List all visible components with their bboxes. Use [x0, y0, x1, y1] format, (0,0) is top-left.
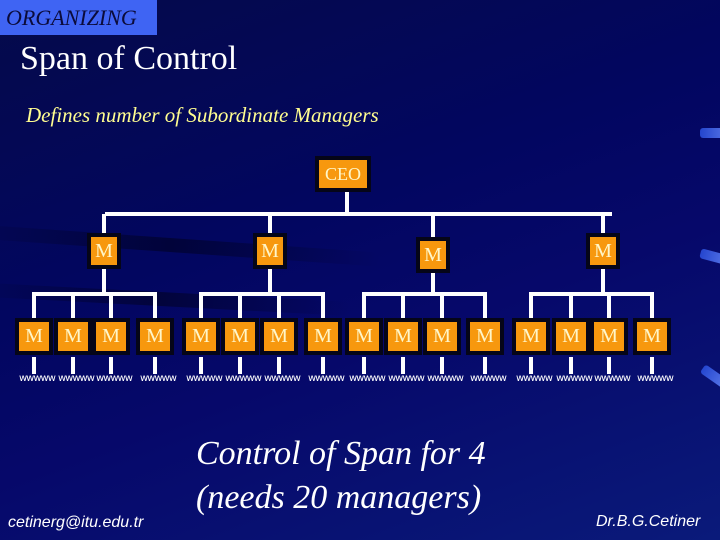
connector-line — [109, 357, 113, 374]
manager-box-level-3: M — [552, 318, 590, 355]
connector-line — [277, 294, 281, 320]
connector-line — [401, 294, 405, 320]
workers-icon: wwwww — [427, 373, 464, 384]
workers-icon: wwwww — [186, 373, 223, 384]
workers-icon: wwwww — [19, 373, 56, 384]
connector-line — [650, 294, 654, 320]
connector-line — [529, 292, 654, 296]
workers-icon: wwwww — [58, 373, 95, 384]
connector-line — [321, 357, 325, 374]
workers-icon: wwwww — [556, 373, 593, 384]
connector-line — [601, 214, 605, 233]
decorative-bar — [700, 128, 720, 138]
connector-line — [238, 357, 242, 374]
connector-line — [440, 294, 444, 320]
connector-line — [345, 192, 349, 214]
connector-line — [362, 357, 366, 374]
connector-line — [601, 269, 605, 292]
manager-box-level-3: M — [384, 318, 422, 355]
connector-line — [607, 357, 611, 374]
manager-box-level-3: M — [15, 318, 53, 355]
decorative-bar — [699, 248, 720, 266]
connector-line — [71, 294, 75, 320]
workers-icon: wwwww — [264, 373, 301, 384]
footer-email: cetinerg@itu.edu.tr — [8, 514, 144, 531]
manager-box-level-3: M — [345, 318, 383, 355]
slide-subtitle: Defines number of Subordinate Managers — [26, 103, 379, 127]
caption: Control of Span for 4 (needs 20 managers… — [196, 432, 486, 520]
ceo-box: CEO — [315, 156, 371, 192]
connector-line — [569, 357, 573, 374]
workers-icon: wwwww — [225, 373, 262, 384]
connector-line — [109, 294, 113, 320]
manager-box-level-3: M — [304, 318, 342, 355]
connector-line — [153, 357, 157, 374]
manager-box-level-3: M — [423, 318, 461, 355]
background-streak — [0, 223, 380, 267]
connector-line — [268, 214, 272, 233]
manager-box-level-3: M — [221, 318, 259, 355]
manager-box-level-3: M — [136, 318, 174, 355]
manager-box-level-3: M — [54, 318, 92, 355]
caption-line-1: Control of Span for 4 — [196, 435, 486, 472]
connector-line — [607, 294, 611, 320]
connector-line — [362, 292, 487, 296]
workers-icon: wwwww — [308, 373, 345, 384]
manager-box-level-3: M — [92, 318, 130, 355]
connector-line — [268, 269, 272, 292]
connector-line — [199, 294, 203, 320]
connector-line — [105, 212, 612, 216]
workers-icon: wwwww — [516, 373, 553, 384]
connector-line — [238, 294, 242, 320]
manager-box-level-3: M — [260, 318, 298, 355]
workers-icon: wwwww — [388, 373, 425, 384]
manager-box-level-2: M — [87, 233, 121, 269]
connector-line — [529, 294, 533, 320]
connector-line — [529, 357, 533, 374]
manager-box-level-3: M — [633, 318, 671, 355]
connector-line — [32, 294, 36, 320]
manager-box-level-2: M — [253, 233, 287, 269]
manager-box-level-3: M — [466, 318, 504, 355]
section-tag: ORGANIZING — [0, 0, 157, 35]
workers-icon: wwwww — [349, 373, 386, 384]
connector-line — [650, 357, 654, 374]
connector-line — [32, 357, 36, 374]
connector-line — [32, 292, 157, 296]
manager-box-level-3: M — [590, 318, 628, 355]
workers-icon: wwwww — [140, 373, 177, 384]
connector-line — [102, 269, 106, 292]
decorative-bar — [699, 364, 720, 390]
connector-line — [362, 294, 366, 320]
manager-box-level-2: M — [586, 233, 620, 269]
caption-line-2: (needs 20 managers) — [196, 479, 482, 516]
connector-line — [569, 294, 573, 320]
workers-icon: wwwww — [594, 373, 631, 384]
workers-icon: wwwww — [637, 373, 674, 384]
connector-line — [483, 294, 487, 320]
footer-author: Dr.B.G.Cetiner — [596, 513, 701, 530]
connector-line — [401, 357, 405, 374]
manager-box-level-3: M — [512, 318, 550, 355]
workers-icon: wwwww — [470, 373, 507, 384]
connector-line — [102, 214, 106, 233]
connector-line — [440, 357, 444, 374]
connector-line — [321, 294, 325, 320]
connector-line — [431, 214, 435, 237]
workers-icon: wwwww — [96, 373, 133, 384]
connector-line — [71, 357, 75, 374]
connector-line — [153, 294, 157, 320]
manager-box-level-2: M — [416, 237, 450, 273]
background-streak — [0, 282, 351, 316]
manager-box-level-3: M — [182, 318, 220, 355]
connector-line — [431, 273, 435, 292]
connector-line — [199, 292, 325, 296]
connector-line — [199, 357, 203, 374]
connector-line — [277, 357, 281, 374]
connector-line — [483, 357, 487, 374]
slide-title: Span of Control — [20, 40, 238, 77]
